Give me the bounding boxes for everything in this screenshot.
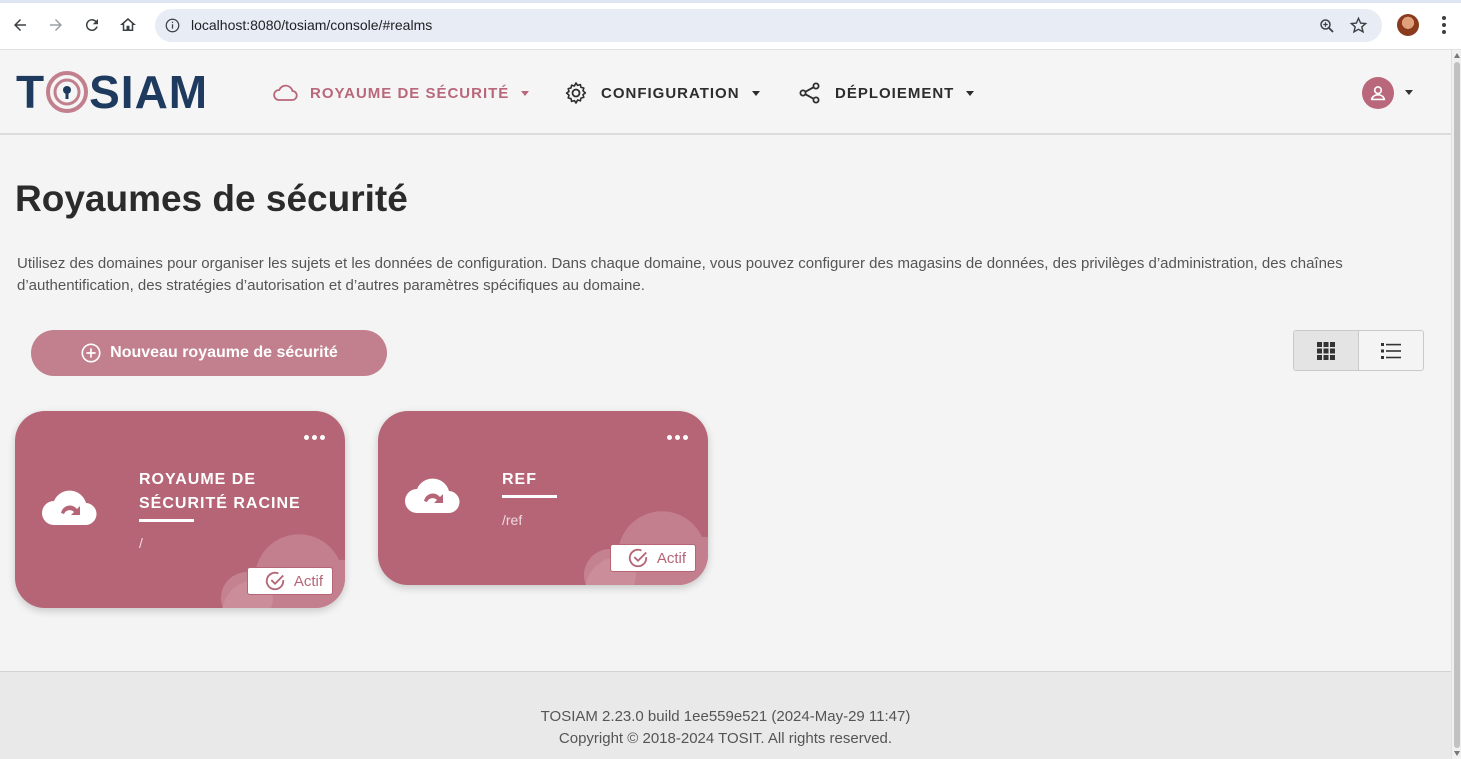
status-badge: Actif bbox=[609, 544, 696, 572]
view-mode-toggle bbox=[1293, 330, 1424, 371]
arrow-left-icon bbox=[14, 19, 26, 31]
user-menu-button[interactable] bbox=[1362, 77, 1394, 109]
scroll-up-icon[interactable] bbox=[1454, 53, 1460, 58]
address-bar[interactable]: localhost:8080/tosiam/console/#realms bbox=[155, 9, 1382, 42]
page-description: Utilisez des domaines pour organiser les… bbox=[17, 255, 1343, 294]
new-realm-button-label: Nouveau royaume de sécurité bbox=[110, 344, 338, 361]
chevron-down-icon bbox=[966, 90, 975, 96]
realm-title-line1: REF bbox=[502, 471, 537, 488]
reload-button[interactable] bbox=[80, 13, 104, 37]
home-button[interactable] bbox=[116, 13, 140, 37]
realm-path: / bbox=[139, 535, 143, 551]
forward-button[interactable] bbox=[44, 13, 68, 37]
scrollbar-thumb[interactable] bbox=[1454, 62, 1460, 748]
logo-text-right: SIAM bbox=[89, 66, 209, 118]
chevron-down-icon bbox=[751, 90, 760, 96]
copyright-text: Copyright © 2018-2024 TOSIT. All rights … bbox=[558, 730, 893, 747]
page-footer: TOSIAM 2.23.0 build 1ee559e521 (2024-May… bbox=[0, 671, 1451, 759]
app-header: T SIAM ROYAUME DE SÉCURITÉ CONFIGURATION… bbox=[0, 50, 1451, 135]
star-icon[interactable] bbox=[1349, 16, 1368, 35]
browser-tab-strip bbox=[0, 0, 1461, 3]
grid-view-button[interactable] bbox=[1294, 331, 1359, 370]
cloud-icon bbox=[405, 478, 460, 514]
status-label: Actif bbox=[656, 549, 686, 567]
new-realm-button[interactable]: Nouveau royaume de sécurité bbox=[31, 330, 387, 376]
menu-configuration-label: CONFIGURATION bbox=[601, 84, 740, 102]
realm-title-line2: SÉCURITÉ RACINE bbox=[139, 495, 301, 512]
browser-toolbar: localhost:8080/tosiam/console/#realms bbox=[0, 0, 1461, 50]
status-badge: Actif bbox=[246, 567, 333, 595]
grid-icon bbox=[1316, 341, 1335, 360]
browser-menu-icon[interactable] bbox=[1436, 14, 1452, 36]
url-text: localhost:8080/tosiam/console/#realms bbox=[191, 17, 433, 33]
plus-circle-icon bbox=[81, 343, 101, 363]
cloud-icon bbox=[42, 490, 97, 526]
realm-card-root[interactable]: ROYAUME DE SÉCURITÉ RACINE / Actif bbox=[15, 411, 345, 608]
realm-card-ref[interactable]: REF /ref Actif bbox=[378, 411, 708, 585]
menu-deployment-label: DÉPLOIEMENT bbox=[835, 84, 955, 102]
status-label: Actif bbox=[293, 572, 323, 590]
menu-realms[interactable]: ROYAUME DE SÉCURITÉ bbox=[272, 80, 530, 106]
tosiam-logo[interactable]: T SIAM bbox=[16, 66, 209, 118]
arrow-right-icon bbox=[50, 19, 62, 31]
list-view-button[interactable] bbox=[1359, 331, 1424, 370]
home-icon bbox=[120, 18, 136, 31]
title-underline bbox=[139, 519, 194, 522]
user-icon bbox=[1370, 86, 1386, 101]
chevron-down-icon bbox=[521, 90, 530, 96]
page-title: Royaumes de sécurité bbox=[15, 178, 408, 219]
menu-configuration[interactable]: CONFIGURATION bbox=[563, 80, 760, 106]
back-button[interactable] bbox=[8, 13, 32, 37]
reload-icon bbox=[85, 19, 98, 32]
zoom-icon[interactable] bbox=[1318, 17, 1336, 35]
card-options-icon[interactable] bbox=[304, 435, 325, 440]
version-info: TOSIAM 2.23.0 build 1ee559e521 (2024-May… bbox=[540, 708, 911, 725]
realm-path: /ref bbox=[502, 512, 523, 528]
browser-profile-avatar[interactable] bbox=[1397, 14, 1419, 36]
page-scrollbar[interactable] bbox=[1451, 50, 1461, 759]
scroll-down-icon[interactable] bbox=[1454, 751, 1460, 756]
logo-text-left: T bbox=[16, 66, 46, 118]
realm-title-line1: ROYAUME DE bbox=[139, 471, 256, 488]
cloud-icon bbox=[273, 84, 298, 101]
title-underline bbox=[502, 495, 557, 498]
info-icon[interactable] bbox=[165, 18, 180, 33]
share-icon bbox=[799, 82, 820, 104]
realm-card-title: REF bbox=[502, 468, 537, 492]
realm-card-title: ROYAUME DE SÉCURITÉ RACINE bbox=[139, 468, 301, 516]
chevron-down-icon[interactable] bbox=[1405, 90, 1413, 95]
logo-keyhole-icon bbox=[46, 71, 89, 113]
list-icon bbox=[1380, 342, 1401, 359]
gear-icon bbox=[565, 82, 587, 104]
check-circle-icon bbox=[265, 571, 284, 591]
menu-realms-label: ROYAUME DE SÉCURITÉ bbox=[310, 84, 510, 102]
card-options-icon[interactable] bbox=[667, 435, 688, 440]
menu-deployment[interactable]: DÉPLOIEMENT bbox=[797, 80, 975, 106]
check-circle-icon bbox=[628, 548, 647, 568]
